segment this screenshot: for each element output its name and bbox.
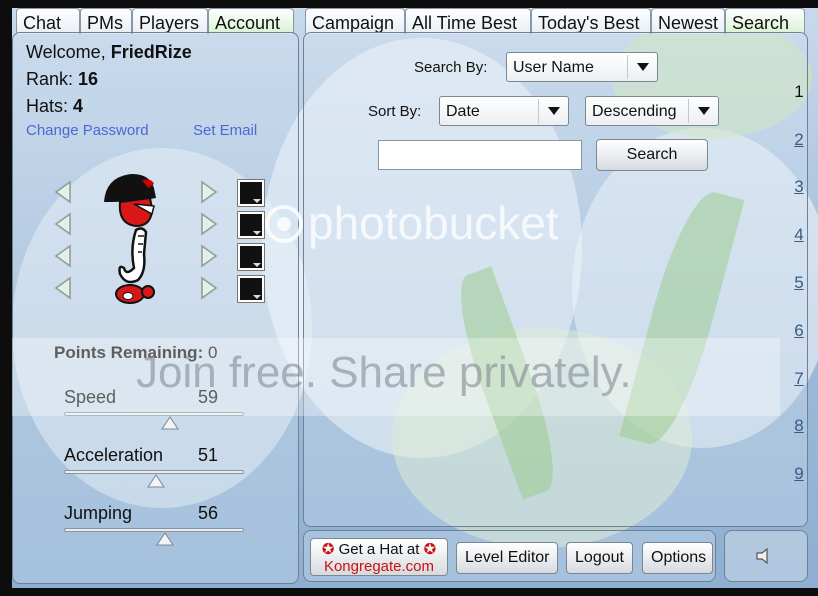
- star-icon: ✪: [423, 541, 437, 558]
- next-body-arrow-icon[interactable]: [200, 244, 218, 268]
- chevron-down-icon: [627, 55, 657, 79]
- page-link[interactable]: 4: [789, 225, 809, 245]
- page-link[interactable]: 7: [789, 369, 809, 389]
- next-hat-arrow-icon[interactable]: [200, 180, 218, 204]
- jumping-value: 56: [198, 503, 219, 523]
- welcome-line: Welcome, FriedRize: [26, 42, 192, 63]
- page-link[interactable]: 9: [789, 464, 809, 484]
- watermark-logo: photobucket: [308, 197, 559, 249]
- page-link[interactable]: 8: [789, 416, 809, 436]
- sort-field-value: Date: [446, 103, 480, 120]
- set-email-link[interactable]: Set Email: [193, 122, 257, 139]
- hats-line: Hats: 4: [26, 96, 83, 117]
- next-head-arrow-icon[interactable]: [200, 212, 218, 236]
- hats-value: 4: [73, 96, 84, 116]
- acceleration-label: Acceleration: [64, 445, 164, 465]
- level-editor-button[interactable]: Level Editor: [456, 542, 558, 574]
- sort-order-value: Descending: [592, 103, 677, 120]
- jumping-label: Jumping: [64, 503, 133, 523]
- tab-all-time-best[interactable]: All Time Best: [405, 8, 531, 34]
- jumping-slider-thumb[interactable]: [155, 532, 174, 546]
- prev-hat-arrow-icon[interactable]: [54, 180, 72, 204]
- tab-campaign[interactable]: Campaign: [305, 8, 405, 34]
- change-password-link[interactable]: Change Password: [26, 122, 149, 139]
- search-by-value: User Name: [513, 59, 594, 76]
- speaker-icon: [756, 548, 768, 564]
- next-feet-arrow-icon[interactable]: [200, 276, 218, 300]
- search-by-select[interactable]: User Name: [506, 52, 658, 82]
- page-link[interactable]: 6: [789, 321, 809, 341]
- camera-icon: [265, 205, 303, 243]
- welcome-prefix: Welcome,: [26, 42, 106, 62]
- jumping-slider[interactable]: [64, 528, 244, 532]
- chevron-down-icon: [538, 99, 568, 123]
- rank-line: Rank: 16: [26, 69, 98, 90]
- sort-field-select[interactable]: Date: [439, 96, 569, 126]
- options-button[interactable]: Options: [642, 542, 713, 574]
- hat-color-swatch[interactable]: [237, 179, 265, 207]
- logout-button[interactable]: Logout: [566, 542, 633, 574]
- page-link[interactable]: 5: [789, 273, 809, 293]
- watermark-slogan: Join free. Share privately.: [136, 348, 632, 397]
- tab-chat[interactable]: Chat: [16, 8, 80, 34]
- rank-label: Rank:: [26, 69, 74, 89]
- username: FriedRize: [110, 42, 192, 62]
- sort-order-select[interactable]: Descending: [585, 96, 719, 126]
- hats-label: Hats:: [26, 96, 69, 116]
- hat-line-1: ✪ Get a Hat at ✪: [311, 541, 447, 558]
- kongregate-link: Kongregate.com: [323, 558, 435, 575]
- head-color-swatch[interactable]: [237, 211, 265, 239]
- rank-value: 16: [78, 69, 99, 89]
- sound-toggle-button[interactable]: [724, 530, 808, 582]
- tab-newest[interactable]: Newest: [651, 8, 725, 34]
- game-stage: Chat PMs Players Account Campaign All Ti…: [12, 8, 818, 588]
- chevron-down-icon: [688, 99, 718, 123]
- tab-account[interactable]: Account: [208, 8, 294, 34]
- kongregate-hat-button[interactable]: ✪ Get a Hat at ✪ Kongregate.com: [310, 538, 448, 576]
- prev-body-arrow-icon[interactable]: [54, 244, 72, 268]
- character-avatar-icon: [104, 174, 156, 304]
- page-link[interactable]: 3: [789, 177, 809, 197]
- feet-color-swatch[interactable]: [237, 275, 265, 303]
- hat-line-1-text: Get a Hat at: [338, 541, 420, 558]
- tab-todays-best[interactable]: Today's Best: [531, 8, 651, 34]
- page-number-current: 1: [794, 82, 804, 101]
- prev-head-arrow-icon[interactable]: [54, 212, 72, 236]
- page-link[interactable]: 2: [789, 130, 809, 150]
- tab-pms[interactable]: PMs: [80, 8, 132, 34]
- search-button[interactable]: Search: [596, 139, 708, 171]
- sort-by-label: Sort By:: [368, 103, 422, 120]
- search-by-label: Search By:: [414, 59, 488, 76]
- body-color-swatch[interactable]: [237, 243, 265, 271]
- acceleration-value: 51: [198, 445, 219, 465]
- star-icon: ✪: [321, 541, 335, 558]
- acceleration-slider-thumb[interactable]: [146, 474, 165, 488]
- tab-players[interactable]: Players: [132, 8, 208, 34]
- search-input[interactable]: [378, 140, 582, 170]
- tab-search[interactable]: Search: [725, 8, 805, 34]
- prev-feet-arrow-icon[interactable]: [54, 276, 72, 300]
- speed-slider-thumb[interactable]: [161, 416, 180, 430]
